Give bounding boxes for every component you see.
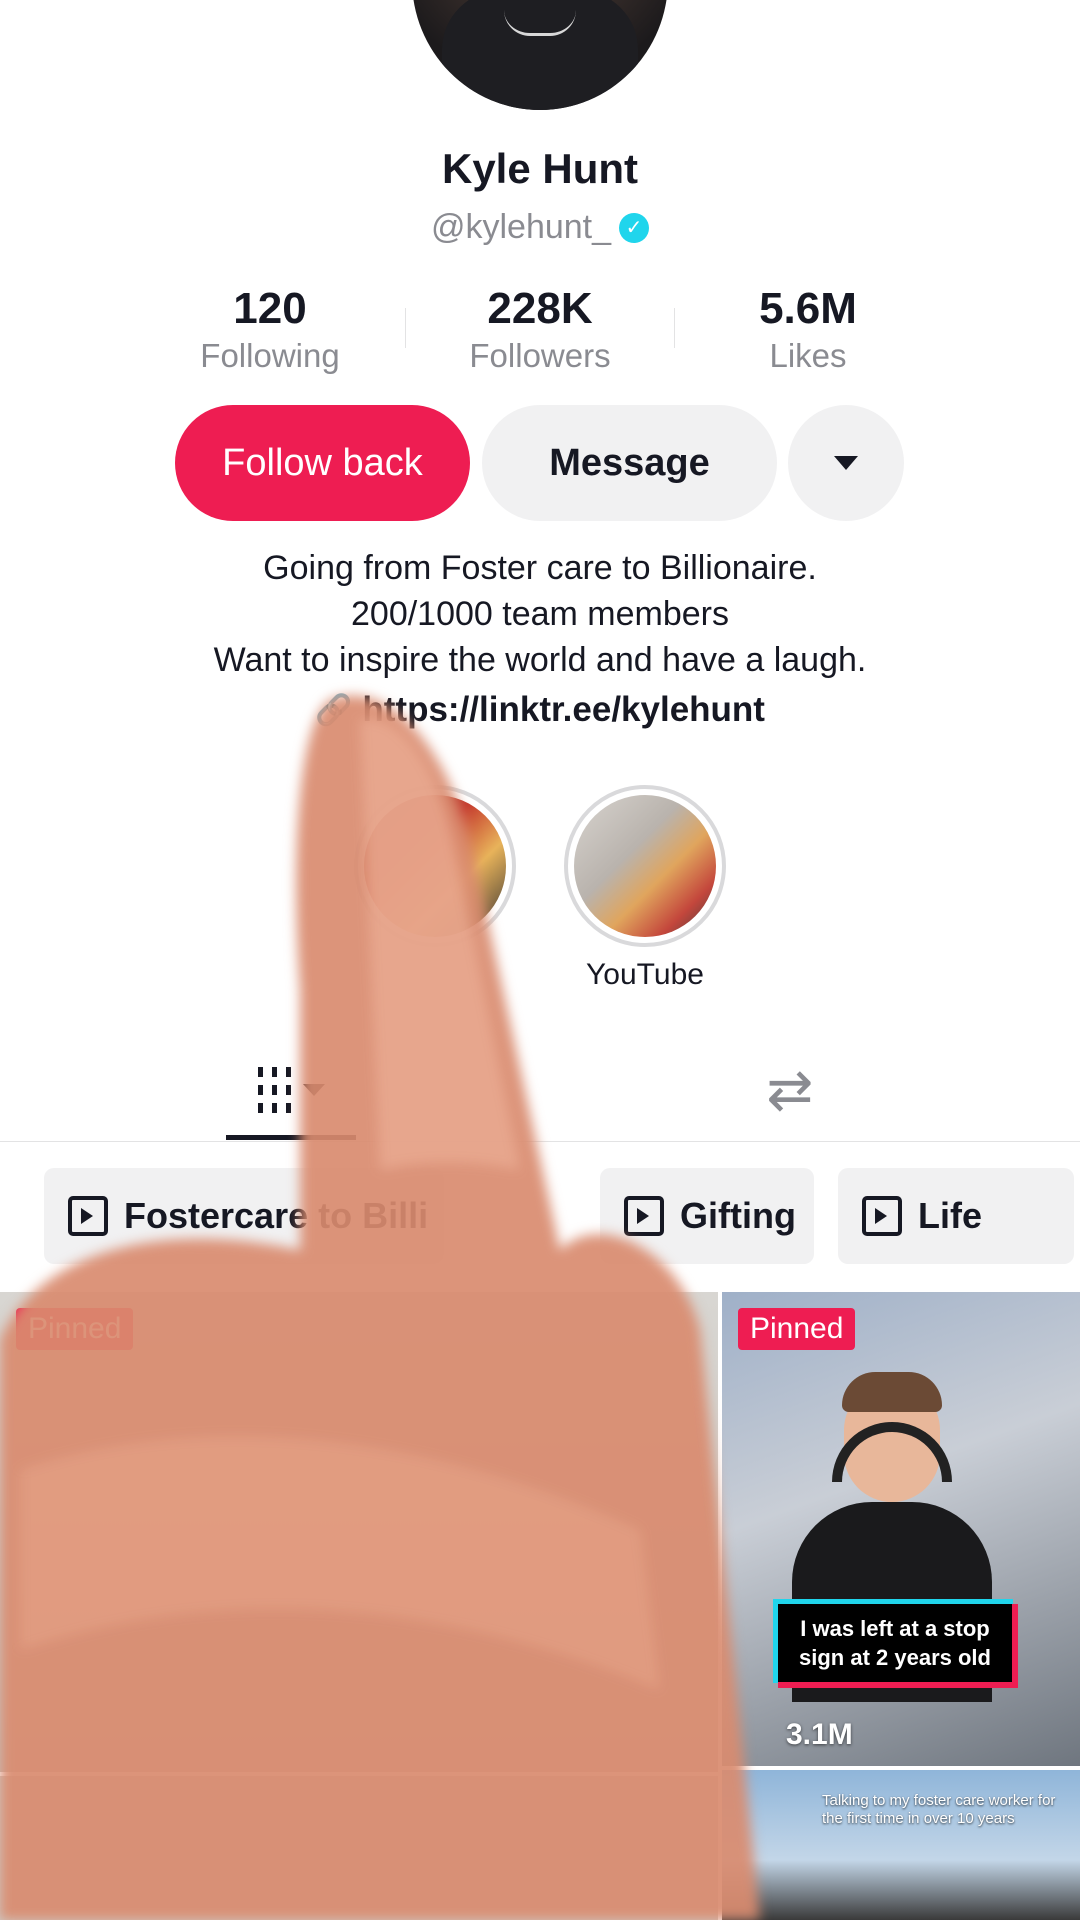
profile-stats: 120 Following 228K Followers 5.6M Likes	[0, 282, 1080, 382]
bio-line: 200/1000 team members	[351, 595, 729, 633]
playlist-chip[interactable]: Life	[838, 1168, 1074, 1264]
stat-label: Followers	[469, 337, 611, 374]
bio-line: Want to inspire the world and have a lau…	[213, 641, 867, 679]
chevron-down-icon	[834, 456, 858, 470]
active-tab-indicator	[226, 1135, 356, 1140]
stat-likes[interactable]: 5.6M Likes	[678, 282, 938, 376]
link-icon: 🔗	[315, 693, 353, 727]
bio-link-text: https://linktr.ee/kylehunt	[362, 690, 765, 729]
stat-divider	[674, 308, 675, 348]
profile-name: Kyle Hunt	[441, 145, 638, 192]
video-thumbnail[interactable]: Talking to my foster care worker for the…	[722, 1770, 1080, 1920]
follow-back-button[interactable]: Follow back	[175, 405, 470, 521]
playlist-label: Life	[918, 1195, 983, 1236]
message-button[interactable]: Message	[482, 405, 777, 521]
pinned-badge: Pinned	[16, 1308, 134, 1350]
stat-divider	[405, 308, 406, 348]
stat-value: 5.6M	[759, 284, 857, 333]
highlight-cover	[364, 795, 506, 937]
chevron-down-icon	[302, 1084, 325, 1096]
stat-followers[interactable]: 228K Followers	[410, 282, 670, 376]
video-caption: Talking to my foster care worker for the…	[822, 1792, 1056, 1827]
profile-handle: @kylehunt_	[430, 208, 612, 246]
playlist-label: Gifting	[680, 1195, 796, 1236]
video-thumbnail[interactable]: Pinned I was left at a stop sign at 2 ye…	[722, 1292, 1080, 1766]
bio-link[interactable]: 🔗 https://linktr.ee/kylehunt	[0, 690, 1080, 730]
playlist-chip[interactable]: Fostercare to Billi	[44, 1168, 444, 1264]
stat-following[interactable]: 120 Following	[140, 282, 400, 376]
view-count: 3.1M	[786, 1718, 853, 1751]
tab-reposts[interactable]: ⇄	[740, 1058, 840, 1121]
bio-line: Going from Foster care to Billionaire.	[263, 549, 817, 587]
videos-grid-icon	[257, 1067, 291, 1113]
playlist-icon	[68, 1196, 108, 1236]
profile-bio: Going from Foster care to Billionaire. 2…	[0, 545, 1080, 683]
highlight-cover	[574, 795, 716, 937]
video-caption: I was left at a stop sign at 2 years old	[778, 1604, 1018, 1688]
stat-value: 228K	[487, 284, 593, 333]
playlist-label: Fostercare to Billi	[124, 1195, 429, 1236]
playlist-icon	[624, 1196, 664, 1236]
handle-row: @kylehunt_ ✓	[0, 208, 1080, 247]
tab-videos[interactable]	[226, 1060, 356, 1120]
profile-avatar[interactable]	[412, 0, 668, 110]
highlight-item[interactable]	[354, 785, 516, 947]
highlight-youtube[interactable]	[564, 785, 726, 947]
stat-label: Likes	[769, 337, 847, 374]
pinned-badge: Pinned	[738, 1308, 856, 1350]
highlight-label: YouTube	[586, 958, 704, 991]
verified-icon: ✓	[619, 212, 650, 243]
stat-label: Following	[200, 337, 340, 374]
playlist-icon	[862, 1196, 902, 1236]
profile-tabs: ⇄	[0, 1040, 1080, 1142]
stat-value: 120	[233, 284, 307, 333]
playlist-chip[interactable]: Gifting	[600, 1168, 814, 1264]
playlist-chips: Fostercare to Billi Gifting Life	[0, 1168, 1080, 1264]
video-thumbnail[interactable]: Pinned	[0, 1292, 718, 1772]
video-thumbnail[interactable]	[0, 1776, 718, 1920]
repost-icon: ⇄	[766, 1058, 814, 1121]
more-options-button[interactable]	[788, 405, 904, 521]
